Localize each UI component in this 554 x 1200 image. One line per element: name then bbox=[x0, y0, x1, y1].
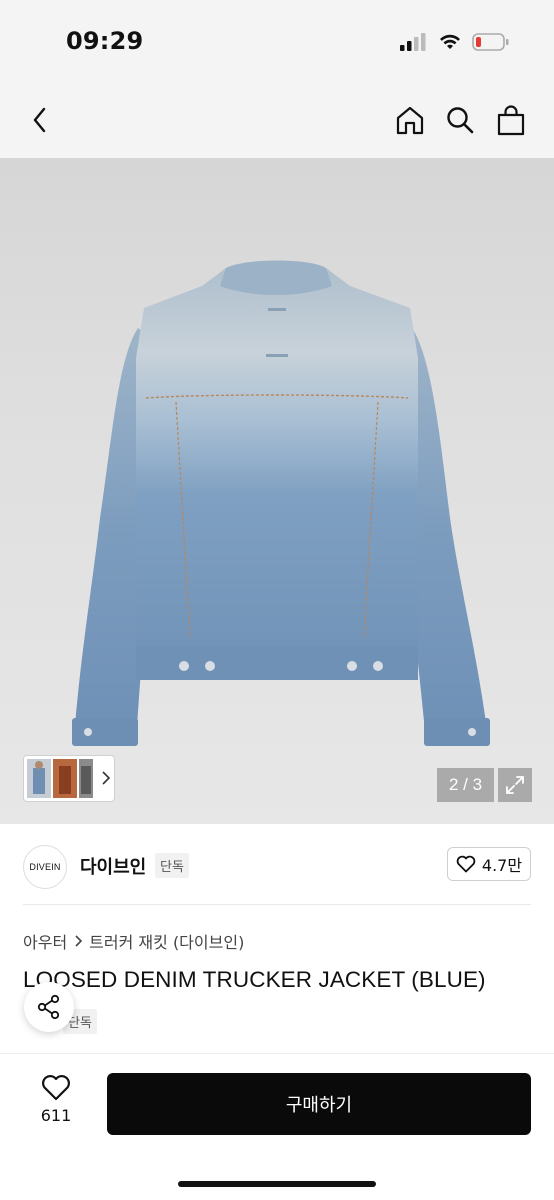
share-icon bbox=[37, 994, 60, 1020]
breadcrumb-category[interactable]: 아우터 bbox=[23, 929, 67, 953]
nav-bar bbox=[0, 82, 554, 158]
search-icon bbox=[447, 107, 474, 134]
battery-icon bbox=[472, 33, 509, 51]
wishlist-button[interactable]: 611 bbox=[23, 1074, 89, 1134]
heart-icon bbox=[42, 1075, 70, 1101]
divider bbox=[23, 904, 531, 905]
bottom-action-bar: 611 구매하기 bbox=[0, 1054, 554, 1200]
brand-name[interactable]: 다이브인 bbox=[80, 853, 146, 879]
cart-button[interactable] bbox=[491, 100, 531, 140]
back-button[interactable] bbox=[20, 100, 60, 140]
home-button[interactable] bbox=[390, 100, 430, 140]
chevron-right-icon bbox=[75, 935, 83, 947]
product-title: LOOSED DENIM TRUCKER JACKET (BLUE) bbox=[23, 967, 486, 992]
share-button[interactable] bbox=[24, 982, 74, 1032]
brand-like-button[interactable]: 4.7만 bbox=[447, 847, 531, 881]
exclusive-badge: 단독 bbox=[155, 853, 189, 878]
product-image-gallery[interactable] bbox=[0, 158, 554, 824]
status-bar: 09:29 bbox=[0, 0, 554, 82]
buy-button[interactable]: 구매하기 bbox=[107, 1073, 531, 1135]
expand-icon bbox=[506, 776, 524, 794]
shopping-bag-icon bbox=[497, 105, 525, 136]
wifi-icon bbox=[440, 34, 460, 49]
breadcrumb-subcategory[interactable]: 트러커 재킷 (다이브인) bbox=[89, 929, 244, 953]
home-icon bbox=[396, 106, 424, 135]
breadcrumb: 아우터 트러커 재킷 (다이브인) bbox=[23, 929, 244, 953]
image-page-indicator: 2 / 3 bbox=[437, 768, 494, 802]
home-indicator bbox=[178, 1181, 376, 1187]
color-option-thumbnails[interactable] bbox=[23, 755, 115, 802]
brand-logo[interactable]: DIVEIN bbox=[23, 845, 67, 889]
back-icon bbox=[33, 107, 46, 133]
thumbnail-images bbox=[27, 759, 111, 798]
brand-row: DIVEIN 다이브인 단독 4.7만 bbox=[0, 824, 554, 904]
chevron-right-icon bbox=[102, 771, 111, 785]
signal-icon bbox=[400, 33, 426, 51]
product-image bbox=[72, 260, 490, 746]
status-time: 09:29 bbox=[66, 27, 144, 55]
wishlist-count: 611 bbox=[40, 1106, 72, 1125]
heart-icon bbox=[456, 855, 476, 873]
brand-like-count: 4.7만 bbox=[481, 856, 523, 875]
search-button[interactable] bbox=[440, 100, 480, 140]
expand-image-button[interactable] bbox=[498, 768, 532, 802]
